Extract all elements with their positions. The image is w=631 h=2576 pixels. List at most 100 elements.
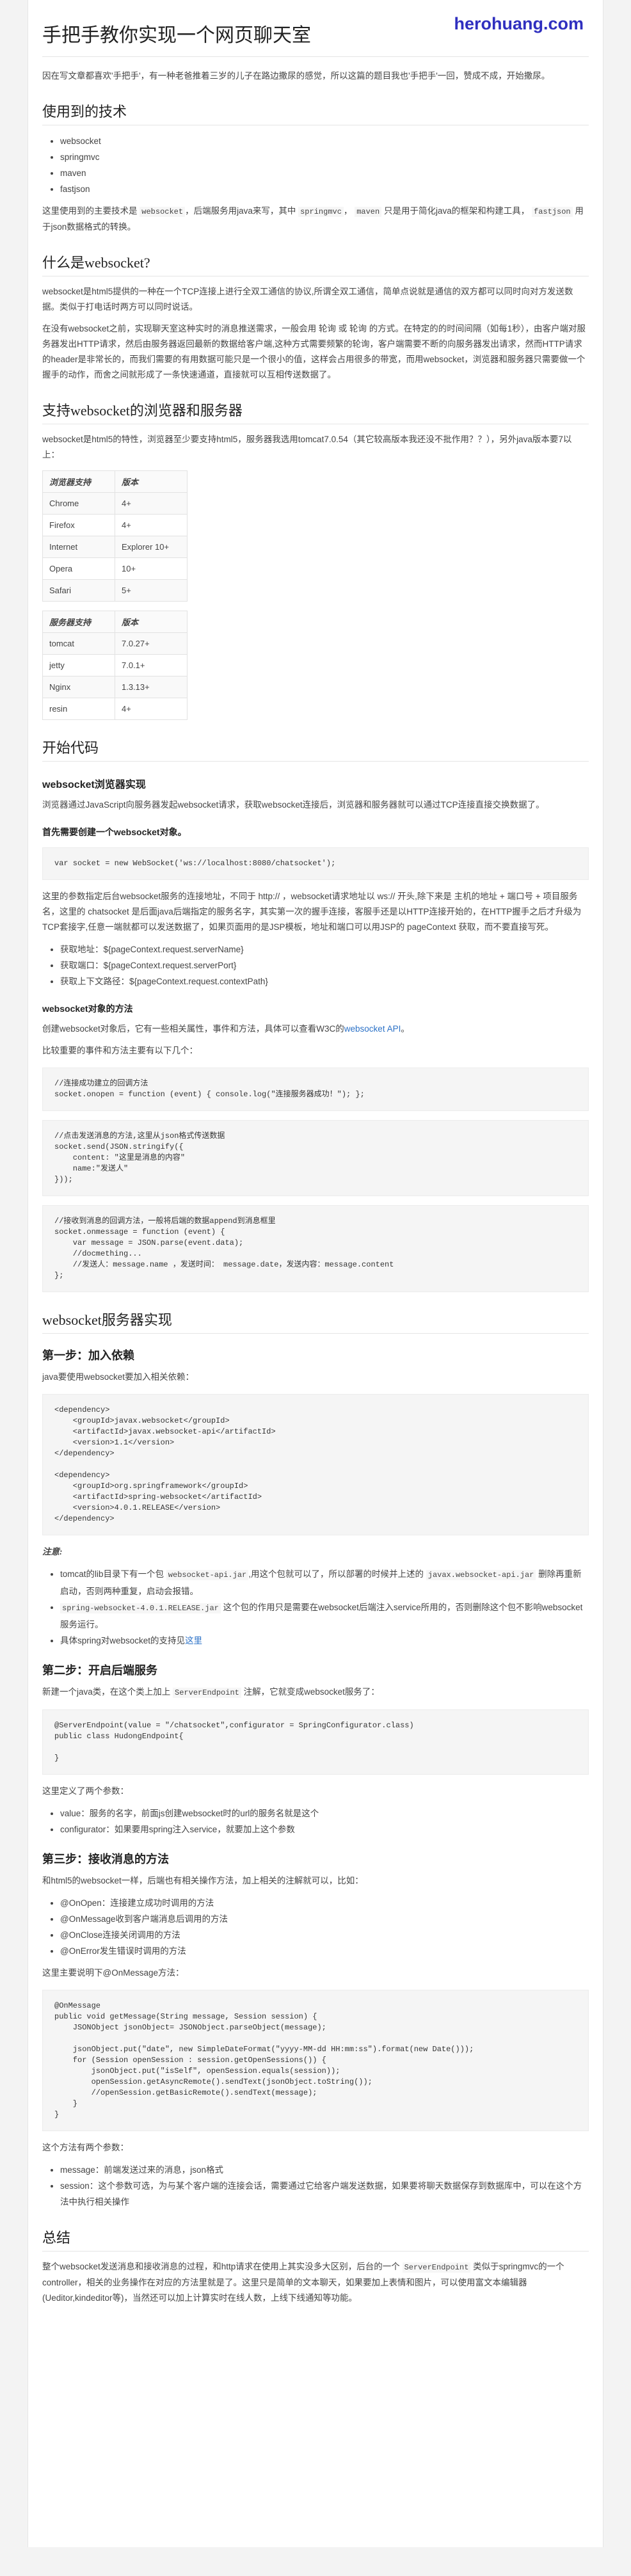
tech-item: websocket	[60, 133, 589, 149]
websocket-api-link[interactable]: websocket API	[344, 1024, 401, 1034]
text: ,用这个包就可以了，所以部署的时候并上述的	[248, 1569, 424, 1579]
inline-code: javax.websocket-api.jar	[426, 1570, 536, 1580]
code-block: <dependency> <groupId>javax.websocket</g…	[42, 1394, 589, 1535]
spring-websocket-link[interactable]: 这里	[185, 1636, 202, 1645]
text: 只是用于简化java的框架和构建工具，	[383, 206, 530, 216]
table-cell: Opera	[42, 557, 115, 580]
tech-item: fastjson	[60, 181, 589, 197]
text: 。	[401, 1024, 410, 1034]
table-cell: Nginx	[42, 676, 115, 698]
bullet-list: value：服务的名字，前面js创建websocket时的url的服务名就是这个…	[42, 1805, 589, 1837]
table-cell: Internet	[42, 536, 115, 558]
inline-code: websocket-api.jar	[166, 1570, 249, 1580]
paragraph: 和html5的websocket一样，后端也有相关操作方法，加上相关的注解就可以…	[42, 1876, 363, 1885]
table-cell: 7.0.1+	[115, 654, 188, 676]
table-header: 服务器支持	[42, 611, 115, 633]
paragraph: 创建websocket对象后，它有一些相关属性，事件和方法，具体可以查看W3C的…	[42, 1021, 589, 1037]
table-row: Nginx 1.3.13+	[42, 676, 188, 698]
text: 注解，它就变成websocket服务了：	[243, 1687, 379, 1697]
site-watermark: herohuang.com	[454, 14, 584, 33]
text: 具体spring对websocket的支持见	[60, 1636, 186, 1645]
list-item: message：前端发送过来的消息，json格式	[60, 2162, 589, 2178]
paragraph: websocket是html5提供的一种在一个TCP连接上进行全双工通信的协议,…	[42, 287, 573, 312]
inline-code: fastjson	[532, 207, 573, 217]
heading-summary: 总结	[42, 2227, 589, 2252]
server-support-table: 服务器支持 版本 tomcat 7.0.27+ jetty 7.0.1+ Nginx…	[42, 611, 188, 720]
bullet-list: @OnOpen：连接建立成功时调用的方法 @OnMessage收到客户端消息后调…	[42, 1895, 589, 1959]
list-item: value：服务的名字，前面js创建websocket时的url的服务名就是这个	[60, 1805, 589, 1821]
intro-paragraph: 因在写文章都喜欢'手把手'，有一种老爸推着三岁的儿子在路边撒尿的感觉，所以这篇的…	[42, 71, 550, 81]
code-block: var socket = new WebSocket('ws://localho…	[42, 847, 589, 880]
table-cell: Chrome	[42, 492, 115, 515]
list-item: configurator：如果要用spring注入service，就要加上这个参…	[60, 1821, 589, 1837]
inline-code: maven	[355, 207, 382, 217]
note-list: tomcat的lib目录下有一个包 websocket-api.jar,用这个包…	[42, 1566, 589, 1649]
inline-code: spring-websocket-4.0.1.RELEASE.jar	[60, 1603, 221, 1613]
list-item: tomcat的lib目录下有一个包 websocket-api.jar,用这个包…	[60, 1566, 589, 1599]
paragraph: 这里定义了两个参数：	[42, 1786, 129, 1796]
table-cell: 4+	[115, 514, 188, 536]
table-row: Chrome 4+	[42, 492, 188, 515]
paragraph: 在没有websocket之前，实现聊天室这种实时的消息推送需求，一般会用 轮询 …	[42, 324, 586, 380]
list-item: 具体spring对websocket的支持见这里	[60, 1633, 589, 1649]
list-item: 获取端口：${pageContext.request.serverPort}	[60, 957, 589, 973]
paragraph: 这里主要说明下@OnMessage方法：	[42, 1968, 184, 1978]
list-item: spring-websocket-4.0.1.RELEASE.jar 这个包的作…	[60, 1599, 589, 1633]
step-heading: 第三步：接收消息的方法	[42, 1853, 169, 1866]
list-item: session：这个参数可选，为与某个客户端的连接会话，需要通过它给客户端发送数…	[60, 2178, 589, 2210]
code-block: @OnMessage public void getMessage(String…	[42, 1990, 589, 2131]
text: ，	[343, 206, 353, 216]
browser-support-table: 浏览器支持 版本 Chrome 4+ Firefox 4+ Internet Expl…	[42, 470, 188, 602]
list-item: @OnClose连接关闭调用的方法	[60, 1927, 589, 1943]
inline-code: springmvc	[298, 207, 344, 217]
list-item: @OnError发生错误时调用的方法	[60, 1943, 589, 1959]
code-block: //连接成功建立的回调方法 socket.onopen = function (…	[42, 1068, 589, 1111]
code-block: @ServerEndpoint(value = "/chatsocket",co…	[42, 1709, 589, 1775]
table-cell: 4+	[115, 492, 188, 515]
heading-start-code: 开始代码	[42, 737, 589, 762]
text: 创建websocket对象后，它有一些相关属性，事件和方法，具体可以查看W3C的	[42, 1024, 344, 1034]
paragraph: 新建一个java类，在这个类上加上 ServerEndpoint 注解，它就变成…	[42, 1684, 589, 1700]
table-cell: tomcat	[42, 632, 115, 655]
step-heading: 第一步：加入依赖	[42, 1349, 134, 1362]
inline-code: ServerEndpoint	[173, 1688, 241, 1698]
table-cell: 4+	[115, 698, 188, 720]
table-cell: 10+	[115, 557, 188, 580]
tech-paragraph: 这里使用到的主要技术是 websocket ，后端服务用java来写，其中 spr…	[42, 204, 589, 235]
subheading: websocket浏览器实现	[42, 780, 146, 790]
table-header: 版本	[115, 470, 188, 493]
text: 这里使用到的主要技术是	[42, 206, 138, 216]
paragraph: 比较重要的事件和方法主要有以下几个：	[42, 1046, 198, 1055]
table-row: Firefox 4+	[42, 514, 188, 536]
table-cell: 1.3.13+	[115, 676, 188, 698]
list-item: 获取上下文路径：${pageContext.request.contextPat…	[60, 973, 589, 989]
paragraph: websocket是html5的特性，浏览器至少要支持html5，服务器我选用t…	[42, 435, 572, 460]
heading-what-websocket: 什么是websocket?	[42, 252, 589, 276]
inline-code: ServerEndpoint	[402, 2262, 471, 2273]
table-row: tomcat 7.0.27+	[42, 632, 188, 655]
tech-item: maven	[60, 165, 589, 181]
inline-code: websocket	[140, 207, 186, 217]
code-block: //接收到消息的回调方法，一般将后端的数据append到消息框里 socket.…	[42, 1205, 589, 1292]
bullet-list: message：前端发送过来的消息，json格式 session：这个参数可选，…	[42, 2162, 589, 2210]
heading-tech: 使用到的技术	[42, 100, 589, 125]
paragraph: 这个方法有两个参数：	[42, 2143, 129, 2152]
tech-list: websocket springmvc maven fastjson	[42, 133, 589, 197]
paragraph: 浏览器通过JavaScript向服务器发起websocket请求，获取webso…	[42, 800, 545, 810]
heading-support: 支持websocket的浏览器和服务器	[42, 399, 589, 424]
article-page: herohuang.com 手把手教你实现一个网页聊天室 因在写文章都喜欢'手把…	[28, 0, 603, 2547]
code-block: //点击发送消息的方法,这里从json格式传送数据 socket.send(JS…	[42, 1120, 589, 1196]
paragraph: 整个websocket发送消息和接收消息的过程，和http请求在使用上其实没多大…	[42, 2259, 589, 2306]
table-cell: 5+	[115, 579, 188, 602]
text: 整个websocket发送消息和接收消息的过程，和http请求在使用上其实没多大…	[42, 2262, 400, 2271]
table-row: resin 4+	[42, 698, 188, 720]
paragraph: 这里的参数指定后台websocket服务的连接地址，不同于 http:// ，w…	[42, 892, 582, 932]
list-item: @OnMessage收到客户端消息后调用的方法	[60, 1911, 589, 1927]
note-label: 注意:	[42, 1547, 63, 1556]
text: 新建一个java类，在这个类上加上	[42, 1687, 171, 1697]
table-cell: jetty	[42, 654, 115, 676]
table-header: 版本	[115, 611, 188, 633]
paragraph: java要使用websocket要加入相关依赖：	[42, 1372, 195, 1382]
table-row: jetty 7.0.1+	[42, 654, 188, 676]
text: ，后端服务用java来写，其中	[185, 206, 296, 216]
